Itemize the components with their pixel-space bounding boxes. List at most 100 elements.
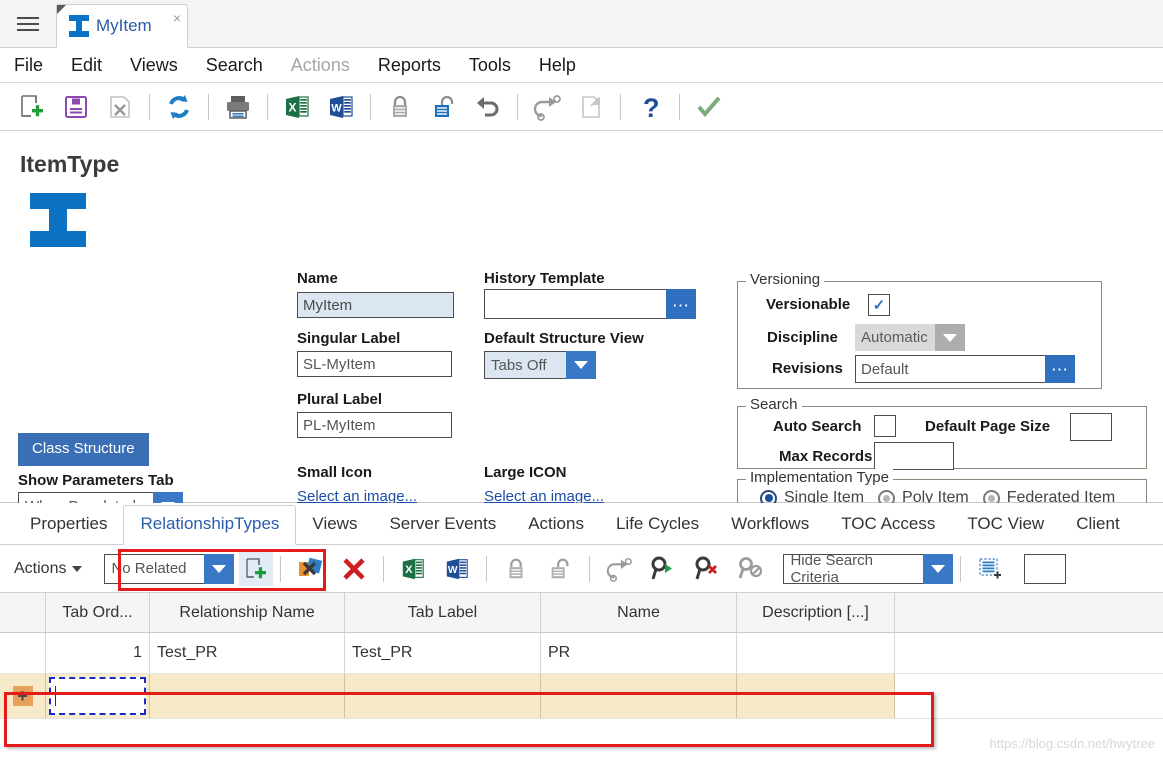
- new-cell-name[interactable]: [541, 674, 737, 718]
- clear-search-icon[interactable]: [685, 549, 729, 589]
- unlock-icon[interactable]: [422, 87, 466, 127]
- copy-icon[interactable]: [569, 87, 613, 127]
- cell-tab-label[interactable]: Test_PR: [345, 633, 541, 673]
- default-page-size-input[interactable]: [1070, 413, 1112, 441]
- lock-icon[interactable]: [494, 549, 538, 589]
- add-related-icon[interactable]: [239, 551, 274, 586]
- save-icon[interactable]: [54, 87, 98, 127]
- tab-client[interactable]: Client: [1060, 514, 1135, 544]
- toolbar-separator: [620, 93, 621, 120]
- tab-server-events[interactable]: Server Events: [373, 514, 512, 544]
- grid-actions-label: Actions: [14, 559, 67, 577]
- grid-header-tab-order[interactable]: Tab Ord...: [46, 593, 150, 632]
- menu-item-help[interactable]: Help: [539, 55, 576, 76]
- auto-search-label: Auto Search: [773, 418, 862, 435]
- new-cell-tab-order[interactable]: [46, 674, 150, 718]
- chevron-down-icon[interactable]: [935, 324, 965, 351]
- disabled-search-icon[interactable]: [729, 549, 773, 589]
- export-excel-icon[interactable]: X: [275, 87, 319, 127]
- export-excel-icon[interactable]: X: [391, 549, 435, 589]
- search-criteria-select[interactable]: Hide Search Criteria: [783, 552, 954, 586]
- help-icon[interactable]: ?: [628, 87, 672, 127]
- page-size-input[interactable]: [1024, 553, 1067, 584]
- table-row-new[interactable]: +: [0, 674, 1163, 719]
- tab-order-editor[interactable]: [49, 677, 146, 715]
- new-version-icon[interactable]: [597, 549, 641, 589]
- revisions-browse-button[interactable]: ⋯: [1045, 355, 1075, 383]
- auto-search-checkbox[interactable]: [874, 415, 896, 437]
- name-input[interactable]: [297, 292, 454, 318]
- new-cell-description[interactable]: [737, 674, 895, 718]
- insert-row-icon[interactable]: [968, 549, 1012, 589]
- lock-icon[interactable]: [378, 87, 422, 127]
- history-template-field-group[interactable]: ⋯: [484, 289, 696, 319]
- cell-relationship-name[interactable]: Test_PR: [150, 633, 345, 673]
- new-icon[interactable]: [10, 87, 54, 127]
- main-toolbar: X W ?: [0, 83, 1163, 131]
- new-cell-relationship-name[interactable]: [150, 674, 345, 718]
- unlock-icon[interactable]: [538, 549, 582, 589]
- relationship-filter-select[interactable]: No Related: [104, 553, 235, 584]
- menu-item-search[interactable]: Search: [206, 55, 263, 76]
- done-check-icon[interactable]: [687, 87, 731, 127]
- versionable-checkbox[interactable]: ✓: [868, 294, 890, 316]
- menu-item-file[interactable]: File: [14, 55, 43, 76]
- grid-header-tab-label[interactable]: Tab Label: [345, 593, 541, 632]
- tab-properties[interactable]: Properties: [14, 514, 123, 544]
- refresh-icon[interactable]: [157, 87, 201, 127]
- chevron-down-icon[interactable]: [923, 553, 954, 584]
- menu-item-edit[interactable]: Edit: [71, 55, 102, 76]
- export-word-icon[interactable]: W: [435, 549, 479, 589]
- new-cell-filler: [895, 674, 1163, 718]
- grid-header-name[interactable]: Name: [541, 593, 737, 632]
- chevron-down-icon[interactable]: [566, 351, 596, 379]
- menu-item-views[interactable]: Views: [130, 55, 178, 76]
- menu-item-reports[interactable]: Reports: [378, 55, 441, 76]
- toolbar-separator: [149, 93, 150, 120]
- default-structure-view-select[interactable]: Tabs Off: [484, 351, 596, 379]
- max-records-input[interactable]: [874, 442, 954, 470]
- history-template-input[interactable]: [484, 289, 666, 319]
- relationship-map-icon[interactable]: [288, 549, 332, 589]
- revisions-input[interactable]: [855, 355, 1045, 383]
- close-icon[interactable]: ×: [173, 11, 181, 25]
- revisions-field-group[interactable]: ⋯: [855, 355, 1075, 383]
- cell-name[interactable]: PR: [541, 633, 737, 673]
- singular-label-input[interactable]: [297, 351, 452, 377]
- add-row-plus-icon[interactable]: +: [12, 686, 33, 706]
- table-row[interactable]: 1 Test_PR Test_PR PR: [0, 633, 1163, 674]
- tab-relationshiptypes[interactable]: RelationshipTypes: [123, 505, 297, 545]
- chevron-down-icon[interactable]: [204, 553, 235, 584]
- tab-life-cycles[interactable]: Life Cycles: [600, 514, 715, 544]
- tab-workflows[interactable]: Workflows: [715, 514, 825, 544]
- document-tab-myitem[interactable]: MyItem ×: [56, 4, 188, 48]
- row-selector-cell[interactable]: [0, 633, 46, 673]
- tab-actions[interactable]: Actions: [512, 514, 600, 544]
- new-cell-tab-label[interactable]: [345, 674, 541, 718]
- hamburger-menu-button[interactable]: [0, 0, 56, 47]
- new-row-add-cell[interactable]: +: [0, 674, 46, 718]
- grid-header-relationship-name[interactable]: Relationship Name: [150, 593, 345, 632]
- tab-views[interactable]: Views: [296, 514, 373, 544]
- remove-red-x-icon[interactable]: [332, 549, 376, 589]
- grid-header-description[interactable]: Description [...]: [737, 593, 895, 632]
- grid-actions-menu[interactable]: Actions: [14, 559, 83, 578]
- cell-tab-order[interactable]: 1: [46, 633, 150, 673]
- tab-toc-view[interactable]: TOC View: [951, 514, 1060, 544]
- class-structure-button[interactable]: Class Structure: [18, 433, 149, 466]
- itemtype-large-ibeam-icon: [30, 193, 86, 247]
- tab-toc-access[interactable]: TOC Access: [825, 514, 951, 544]
- run-search-icon[interactable]: [641, 549, 685, 589]
- discipline-select[interactable]: Automatic: [855, 324, 965, 351]
- history-template-browse-button[interactable]: ⋯: [666, 289, 696, 319]
- versioning-legend: Versioning: [746, 271, 825, 288]
- plural-label-input[interactable]: [297, 412, 452, 438]
- delete-icon[interactable]: [98, 87, 142, 127]
- export-word-icon[interactable]: W: [319, 87, 363, 127]
- undo-icon[interactable]: [466, 87, 510, 127]
- new-version-icon[interactable]: [525, 87, 569, 127]
- chevron-down-icon: [72, 565, 83, 572]
- cell-description[interactable]: [737, 633, 895, 673]
- print-icon[interactable]: [216, 87, 260, 127]
- menu-item-tools[interactable]: Tools: [469, 55, 511, 76]
